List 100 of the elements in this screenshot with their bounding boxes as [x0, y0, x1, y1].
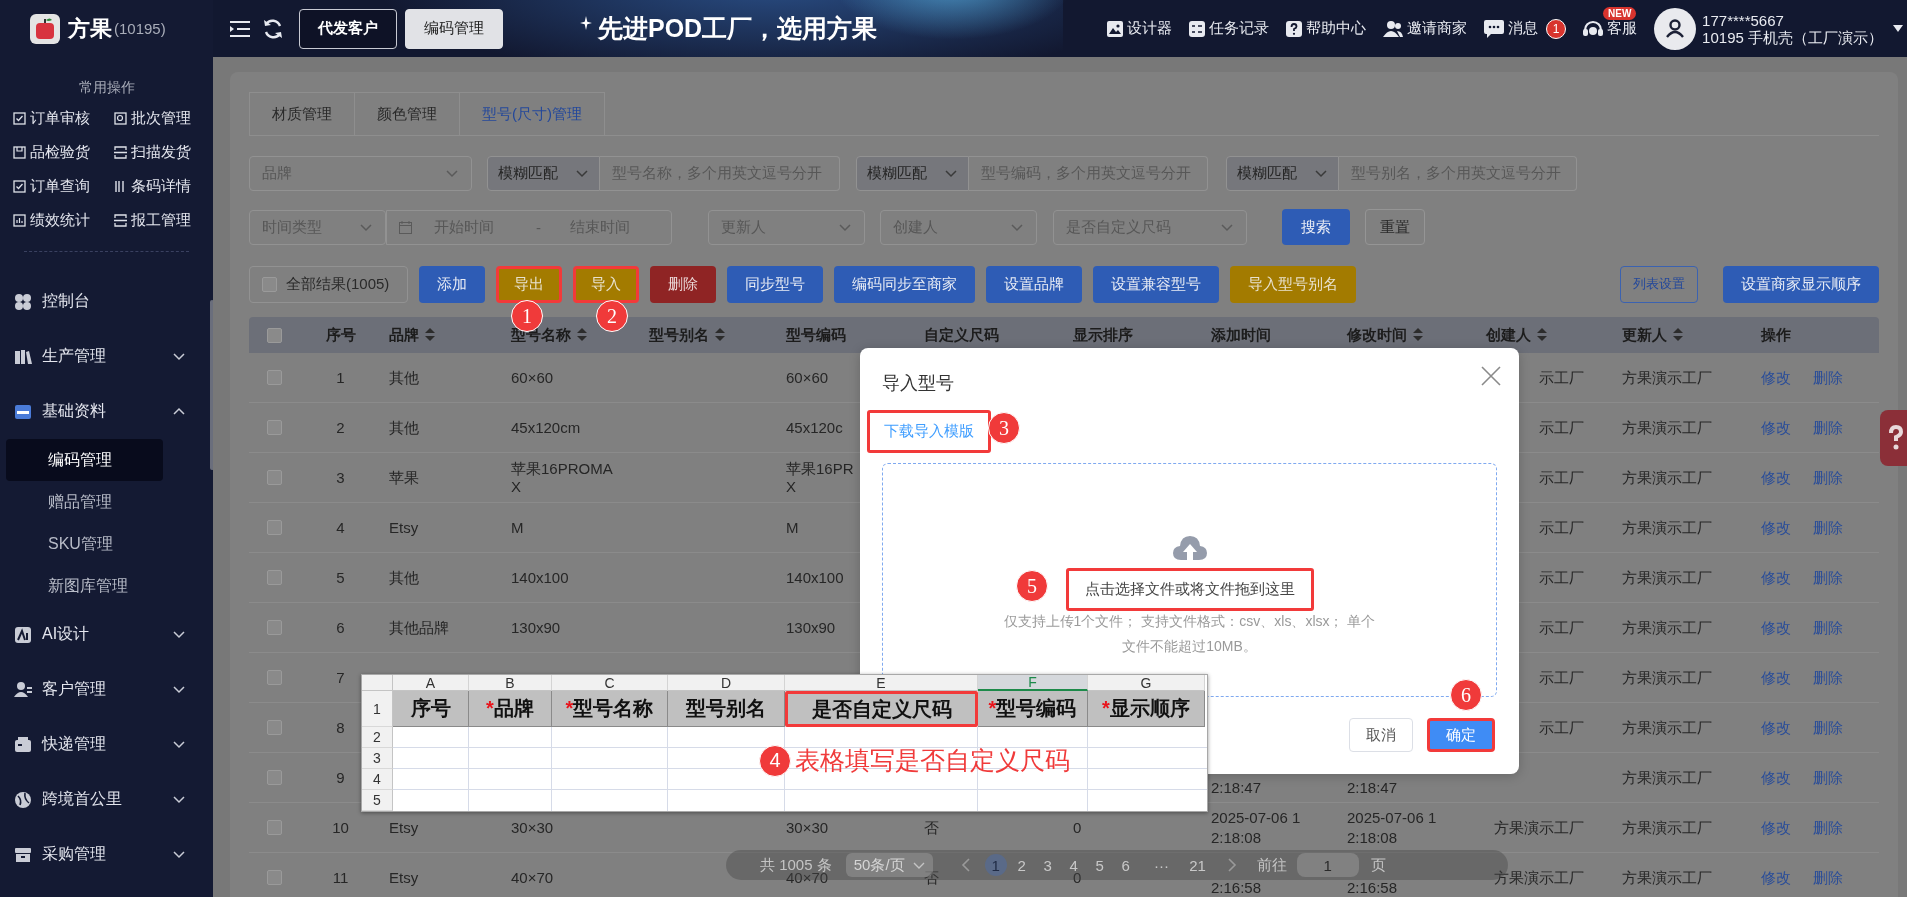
column-header: 型号编码 — [786, 325, 846, 345]
table-cell: 6 — [336, 618, 345, 637]
column-letter: F — [978, 675, 1088, 691]
table-cell: 0 — [1073, 818, 1082, 837]
brand-code: (10195) — [114, 20, 166, 37]
header-cell: *型号名称 — [552, 691, 668, 727]
table-cell: 9 — [336, 768, 345, 787]
table-cell: 30×30 — [786, 818, 829, 837]
row-number: 3 — [362, 748, 393, 769]
column-letter: A — [393, 675, 469, 691]
table-cell: 3 — [336, 468, 345, 487]
table-cell: 苹果 — [389, 468, 419, 487]
table-cell: 示工厂 — [1539, 418, 1584, 437]
row-number: 4 — [362, 769, 393, 790]
table-cell: 方果演示工厂 — [1622, 818, 1712, 837]
table-cell: 苹果16PROMA X — [511, 459, 613, 496]
column-header: 序号 — [325, 325, 356, 345]
new-tag: NEW — [1603, 7, 1637, 20]
mode-text: 模糊匹配 — [1237, 163, 1297, 183]
table-cell: 130x90 — [786, 618, 836, 637]
column-header: 操作 — [1761, 325, 1791, 345]
table-cell: 方果演示工厂 — [1622, 518, 1712, 537]
table-cell: Etsy — [389, 868, 419, 887]
row-number: 5 — [362, 790, 393, 811]
page-size-text: 50条/页 — [853, 855, 905, 875]
table-cell: 2025-07-06 1 2:18:08 — [1211, 808, 1301, 848]
header-cell: 型号别名 — [668, 691, 785, 727]
user-account: 10195 手机壳（工厂演示） — [1702, 28, 1883, 46]
column-letter: B — [469, 675, 552, 691]
table-cell: 30×30 — [511, 818, 554, 837]
table-cell: 60×60 — [786, 368, 829, 387]
user-phone: 177****5667 — [1702, 11, 1785, 29]
table-cell: 11 — [332, 868, 349, 887]
header-cell: *品牌 — [469, 691, 552, 727]
brand-name: 方果 — [68, 14, 112, 43]
table-cell: 2025-07-06 1 2:18:08 — [1347, 808, 1437, 848]
column-header: 品牌 — [389, 325, 419, 345]
table-cell: 140x100 — [786, 568, 844, 587]
slogan: 先进POD工厂，选用方果 — [598, 13, 878, 44]
table-cell: 方果演示工厂 — [1622, 718, 1712, 737]
header-cell: *显示顺序 — [1088, 691, 1205, 727]
column-letter: D — [668, 675, 785, 691]
table-cell: 7 — [336, 668, 345, 687]
table-cell: 10 — [332, 818, 349, 837]
table-cell: 方果演示工厂 — [1622, 468, 1712, 487]
row-number: 2 — [362, 727, 393, 748]
column-header: 型号别名 — [649, 325, 709, 345]
table-cell: 130x90 — [511, 618, 561, 637]
table-cell: 方果演示工厂 — [1622, 768, 1712, 787]
column-header: 更新人 — [1622, 325, 1667, 345]
table-cell: 示工厂 — [1539, 618, 1584, 637]
table-cell: 1 — [336, 368, 345, 387]
table-cell: 示工厂 — [1539, 468, 1584, 487]
header-cell: *型号编码 — [978, 691, 1088, 727]
annotation-note: 表格填写是否自定义尺码 — [795, 745, 1070, 776]
table-cell: Etsy — [389, 518, 419, 537]
mode-text: 模糊匹配 — [498, 163, 558, 183]
table-cell: Etsy — [389, 818, 419, 837]
table-cell: 否 — [924, 818, 939, 837]
table-cell: 2 — [336, 418, 345, 437]
table-cell: 方果演示工厂 — [1622, 868, 1712, 887]
table-cell: 示工厂 — [1539, 568, 1584, 587]
table-cell: 2:16:58 — [1347, 878, 1398, 897]
table-cell: 方果演示工厂 — [1622, 368, 1712, 387]
goto-label: 前往 — [1256, 855, 1287, 875]
count-badge: 1 — [1546, 18, 1567, 39]
table-cell: 4 — [336, 518, 345, 537]
table-cell: 方果演示工厂 — [1622, 418, 1712, 437]
column-letter: G — [1088, 675, 1205, 691]
table-cell: 5 — [336, 568, 345, 587]
column-letter: C — [552, 675, 668, 691]
table-cell: 60×60 — [511, 368, 554, 387]
table-cell: 2:18:47 — [1347, 778, 1398, 798]
table-cell: 8 — [336, 718, 345, 737]
table-cell: 40×70 — [511, 868, 554, 887]
mode-text: 模糊匹配 — [867, 163, 927, 183]
table-cell: 45x120cm — [511, 418, 581, 437]
table-cell: 方果演示工厂 — [1494, 818, 1584, 837]
table-cell: 2:16:58 — [1211, 878, 1262, 897]
column-header: 创建人 — [1486, 325, 1531, 345]
table-cell: 其他 — [389, 418, 419, 437]
table-cell: 示工厂 — [1539, 718, 1584, 737]
table-cell: 方果演示工厂 — [1494, 868, 1584, 887]
row-number: 1 — [362, 691, 393, 727]
column-header: 添加时间 — [1211, 325, 1271, 345]
column-header: 自定义尺码 — [924, 325, 999, 345]
table-cell: 示工厂 — [1539, 368, 1584, 387]
table-cell: 140x100 — [511, 568, 569, 587]
separator-text: - — [536, 218, 541, 236]
header-cell: 序号 — [393, 691, 469, 727]
table-cell: 其他 — [389, 368, 419, 387]
dialog-title: 导入型号 — [882, 372, 954, 395]
table-cell: 方果演示工厂 — [1622, 568, 1712, 587]
table-cell: 苹果16PR X — [786, 459, 854, 496]
table-cell: 方果演示工厂 — [1622, 668, 1712, 687]
upload-prompt: 点击选择文件或将文件拖到这里 — [1065, 568, 1314, 611]
table-cell: 示工厂 — [1539, 668, 1584, 687]
section-title: 常用操作 — [77, 79, 136, 97]
header-cell: 是否自定义尺码 — [785, 691, 978, 727]
column-header: 显示排序 — [1073, 325, 1133, 345]
